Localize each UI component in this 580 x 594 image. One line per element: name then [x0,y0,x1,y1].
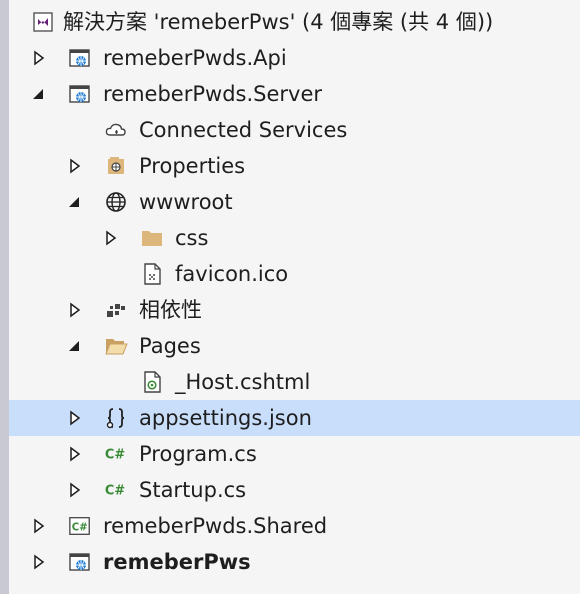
tree-row[interactable]: wwwroot [9,184,580,220]
razor-file-icon [140,370,164,394]
tree-row-label: remeberPwds.Shared [103,514,328,538]
collapsed-arrow-icon[interactable] [103,230,119,246]
tree-row[interactable]: _Host.cshtml [9,364,580,400]
tree-row-label: css [175,226,209,250]
tree-row-label: remeberPws [103,550,251,574]
tree-row[interactable]: C# Startup.cs [9,472,580,508]
tree-row[interactable]: remeberPwds.Server [9,76,580,112]
web-project-icon [68,550,92,574]
visual-studio-solution-icon [31,10,55,34]
tree-row[interactable]: 解決方案 'remeberPws' (4 個專案 (共 4 個)) [9,4,580,40]
tree-row[interactable]: css [9,220,580,256]
folder-icon [140,226,164,250]
tree-row[interactable]: C# Program.cs [9,436,580,472]
csharp-file-icon: C# [104,478,128,502]
image-file-icon [140,262,164,286]
tree-row[interactable]: C# remeberPwds.Shared [9,508,580,544]
dependencies-icon [104,298,128,322]
tree-row-label: Connected Services [139,118,348,142]
collapsed-arrow-icon[interactable] [67,302,83,318]
tree-row-label: 相依性 [139,298,202,322]
expanded-arrow-icon[interactable] [66,338,82,354]
collapsed-arrow-icon[interactable] [67,482,83,498]
tree-row[interactable]: Properties [9,148,580,184]
folder-open-icon [104,334,128,358]
json-file-icon [104,406,128,430]
svg-text:C#: C# [105,448,125,463]
collapsed-arrow-icon[interactable] [67,410,83,426]
tree-row-label: Pages [139,334,201,358]
properties-icon [104,154,128,178]
collapsed-arrow-icon[interactable] [31,50,47,66]
collapsed-arrow-icon[interactable] [67,446,83,462]
tree-row[interactable]: Pages [9,328,580,364]
tree-row-label: Startup.cs [139,478,247,502]
tree-row-label: 解決方案 'remeberPws' (4 個專案 (共 4 個)) [63,10,494,34]
tree-row[interactable]: favicon.ico [9,256,580,292]
tree-row[interactable]: remeberPwds.Api [9,40,580,76]
tree-row-label: Program.cs [139,442,257,466]
web-project-icon [68,46,92,70]
solution-explorer-tree: 解決方案 'remeberPws' (4 個專案 (共 4 個)) remeber… [9,4,580,580]
svg-text:C#: C# [105,484,125,499]
web-project-icon [68,82,92,106]
csharp-file-icon: C# [104,442,128,466]
expanded-arrow-icon[interactable] [66,194,82,210]
tree-row[interactable]: Connected Services [9,112,580,148]
csharp-project-icon: C# [68,514,92,538]
collapsed-arrow-icon[interactable] [31,554,47,570]
tree-row[interactable]: appsettings.json [9,400,580,436]
collapsed-arrow-icon[interactable] [67,158,83,174]
tree-row[interactable]: remeberPws [9,544,580,580]
tree-row-label: favicon.ico [175,262,289,286]
collapsed-arrow-icon[interactable] [31,518,47,534]
tree-row-label: Properties [139,154,246,178]
svg-text:C#: C# [72,523,88,534]
window-left-border [0,0,9,594]
tree-row-label: remeberPwds.Server [103,82,323,106]
tree-row-label: remeberPwds.Api [103,46,287,70]
tree-row-label: wwwroot [139,190,233,214]
tree-row[interactable]: 相依性 [9,292,580,328]
globe-icon [104,190,128,214]
expanded-arrow-icon[interactable] [30,86,46,102]
tree-row-label: appsettings.json [139,406,312,430]
tree-row-label: _Host.cshtml [175,370,311,394]
connected-services-icon [104,118,128,142]
